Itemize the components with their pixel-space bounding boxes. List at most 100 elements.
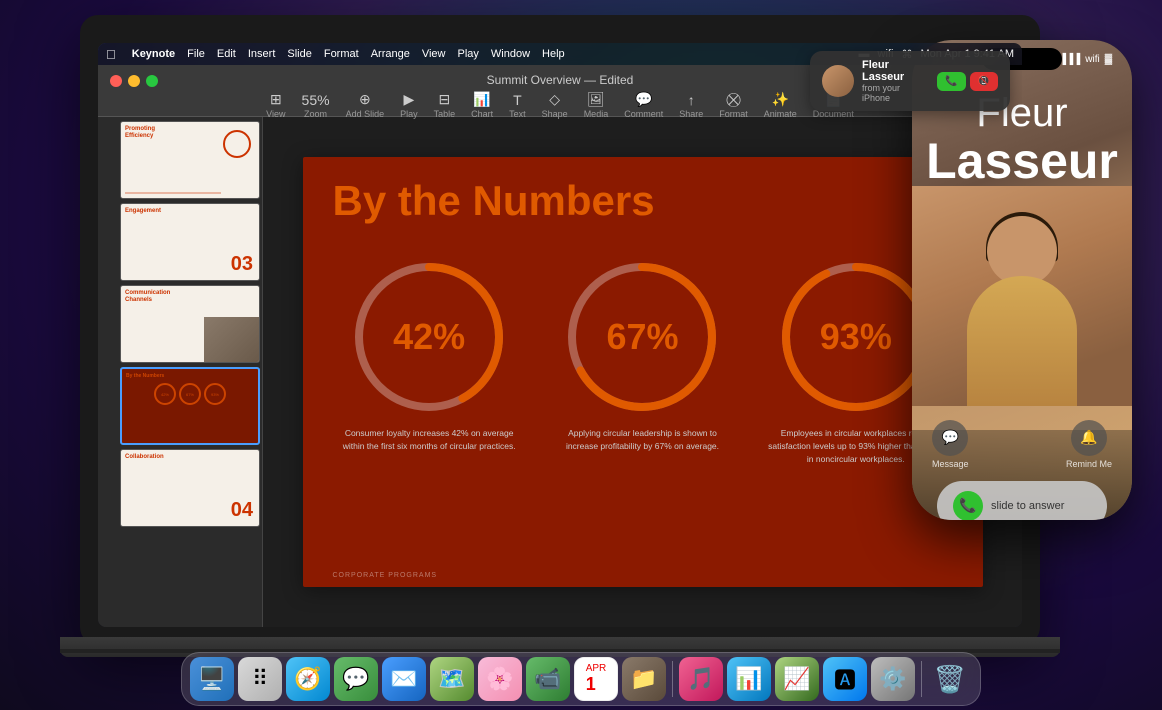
stat-circle-wrap-42: 42% Consumer loyalty increases 42% on av… xyxy=(329,257,529,465)
dock-photos[interactable]: 🌸 xyxy=(478,657,522,701)
maps-icon: 🗺️ xyxy=(438,666,465,692)
dock-maps[interactable]: 🗺️ xyxy=(430,657,474,701)
toolbar-format[interactable]: ⛒ Format xyxy=(711,89,756,121)
keynote-toolbar: ⊞ View 55% Zoom ⊕ Add Slide ▶ xyxy=(258,89,862,121)
shape-label: Shape xyxy=(542,109,568,119)
toolbar-shape[interactable]: ◇ Shape xyxy=(534,89,576,121)
stat-circle-wrap-67: 67% Applying circular leadership is show… xyxy=(542,257,742,465)
toolbar-view[interactable]: ⊞ View xyxy=(258,89,293,121)
thumb-circle-67: 67% xyxy=(179,383,201,405)
view-label: View xyxy=(266,109,285,119)
dock-music[interactable]: 🎵 xyxy=(679,657,723,701)
numbers-icon: 📈 xyxy=(783,666,810,692)
toolbar-text[interactable]: T Text xyxy=(501,90,534,121)
slide-5-inner: PromotingEfficiency xyxy=(120,121,260,199)
quick-actions: 💬 Message 🔔 Remind Me xyxy=(932,420,1112,469)
slide-9-thumb[interactable]: 9 Collaboration 04 xyxy=(102,449,258,527)
finder-icon: 🖥️ xyxy=(198,666,225,692)
trash-icon: 🗑️ xyxy=(934,664,966,695)
macbook:  Keynote File Edit Insert Slide Format … xyxy=(80,15,1040,675)
menu-item-arrange[interactable]: Arrange xyxy=(371,48,410,60)
dock-launchpad[interactable]: ⠿ xyxy=(238,657,282,701)
slide-7-inner: CommunicationChannels xyxy=(120,285,260,363)
toolbar-chart[interactable]: 📊 Chart xyxy=(463,89,501,121)
menu-bar-left:  Keynote File Edit Insert Slide Format … xyxy=(106,47,565,62)
toolbar-table[interactable]: ⊟ Table xyxy=(426,89,464,121)
format-icon: ⛒ xyxy=(726,91,740,108)
dock-appstore[interactable]: 🅰 xyxy=(823,657,867,701)
slide-9-num: 04 xyxy=(231,499,253,522)
menu-item-insert[interactable]: Insert xyxy=(248,48,276,60)
slide-heading: By the Numbers xyxy=(333,177,655,225)
toolbar-zoom[interactable]: 55% Zoom xyxy=(294,90,338,121)
signal-icon: ▐▐▐ xyxy=(1059,54,1080,65)
menu-item-view[interactable]: View xyxy=(422,48,446,60)
stat-circle-67: 67% xyxy=(562,257,722,417)
stat-desc-42: Consumer loyalty increases 42% on averag… xyxy=(339,427,519,453)
dock-messages[interactable]: 💬 xyxy=(334,657,378,701)
music-icon: 🎵 xyxy=(687,666,714,692)
dock-settings[interactable]: ⚙️ xyxy=(871,657,915,701)
animate-icon: ✨ xyxy=(772,91,789,108)
slide-panel[interactable]: 5 PromotingEfficiency 6 Engagement xyxy=(98,117,263,627)
calendar-icon: APR1 xyxy=(586,663,607,695)
quick-action-remind[interactable]: 🔔 Remind Me xyxy=(1066,420,1112,469)
slide-7-image xyxy=(204,317,259,362)
menu-item-file[interactable]: File xyxy=(187,48,205,60)
slide-5-circle xyxy=(223,130,251,158)
play-icon: ▶ xyxy=(403,91,414,108)
text-icon: T xyxy=(513,92,522,108)
quick-action-message[interactable]: 💬 Message xyxy=(932,420,969,469)
call-decline-button[interactable]: 📵 xyxy=(970,72,998,91)
dock: 🖥️ ⠿ 🧭 💬 ✉️ 🗺️ 🌸 📹 APR1 📁 🎵 📊 📈 🅰 ⚙️ xyxy=(181,652,981,706)
toolbar-animate[interactable]: ✨ Animate xyxy=(756,89,805,121)
toolbar-share[interactable]: ↑ Share xyxy=(671,90,711,121)
messages-icon: 💬 xyxy=(342,666,369,692)
dock-trash[interactable]: 🗑️ xyxy=(928,657,972,701)
menu-item-play[interactable]: Play xyxy=(457,48,478,60)
comment-label: Comment xyxy=(624,109,663,119)
dock-calendar[interactable]: APR1 xyxy=(574,657,618,701)
call-accept-button[interactable]: 📞 xyxy=(937,72,965,91)
apple-logo-icon[interactable]:  xyxy=(106,47,116,62)
slide-6-thumb[interactable]: 6 Engagement 03 xyxy=(102,203,258,281)
minimize-button[interactable] xyxy=(128,75,140,87)
dock-keynote[interactable]: 📊 xyxy=(727,657,771,701)
stat-desc-67: Applying circular leadership is shown to… xyxy=(552,427,732,453)
add-slide-icon: ⊕ xyxy=(359,91,371,108)
menu-item-window[interactable]: Window xyxy=(491,48,530,60)
notification-avatar xyxy=(822,65,854,97)
slide-9-inner: Collaboration 04 xyxy=(120,449,260,527)
facetime-icon: 📹 xyxy=(534,666,561,692)
dock-facetime[interactable]: 📹 xyxy=(526,657,570,701)
caller-photo-person xyxy=(912,186,1132,406)
dock-desktop[interactable]: 📁 xyxy=(622,657,666,701)
window-title: Summit Overview — Edited xyxy=(487,73,634,87)
toolbar-media[interactable]: 🖼 Media xyxy=(576,89,617,121)
toolbar-play[interactable]: ▶ Play xyxy=(392,89,426,121)
dock-safari[interactable]: 🧭 xyxy=(286,657,330,701)
notification-subtitle: from your iPhone xyxy=(862,83,929,103)
slide-7-title: CommunicationChannels xyxy=(125,290,255,304)
slide-7-thumb[interactable]: 7 CommunicationChannels xyxy=(102,285,258,363)
menu-item-slide[interactable]: Slide xyxy=(287,48,311,60)
toolbar-comment[interactable]: 💬 Comment xyxy=(616,89,671,121)
shape-icon: ◇ xyxy=(549,91,560,108)
slide-8-title: By the Numbers xyxy=(126,373,254,379)
remind-action-icon: 🔔 xyxy=(1071,420,1107,456)
slide-to-answer[interactable]: 📞 slide to answer xyxy=(937,481,1107,521)
stat-value-67: 67% xyxy=(606,316,678,358)
toolbar-add-slide[interactable]: ⊕ Add Slide xyxy=(338,89,393,121)
menu-item-edit[interactable]: Edit xyxy=(217,48,236,60)
slide-8-thumb[interactable]: 8 By the Numbers 42% 67% xyxy=(102,367,258,445)
slide-5-thumb[interactable]: 5 PromotingEfficiency xyxy=(102,121,258,199)
dock-finder[interactable]: 🖥️ xyxy=(190,657,234,701)
menu-item-help[interactable]: Help xyxy=(542,48,565,60)
menu-item-format[interactable]: Format xyxy=(324,48,359,60)
dock-numbers[interactable]: 📈 xyxy=(775,657,819,701)
menu-item-keynote[interactable]: Keynote xyxy=(132,48,175,60)
fullscreen-button[interactable] xyxy=(146,75,158,87)
close-button[interactable] xyxy=(110,75,122,87)
slide-6-inner: Engagement 03 xyxy=(120,203,260,281)
dock-mail[interactable]: ✉️ xyxy=(382,657,426,701)
